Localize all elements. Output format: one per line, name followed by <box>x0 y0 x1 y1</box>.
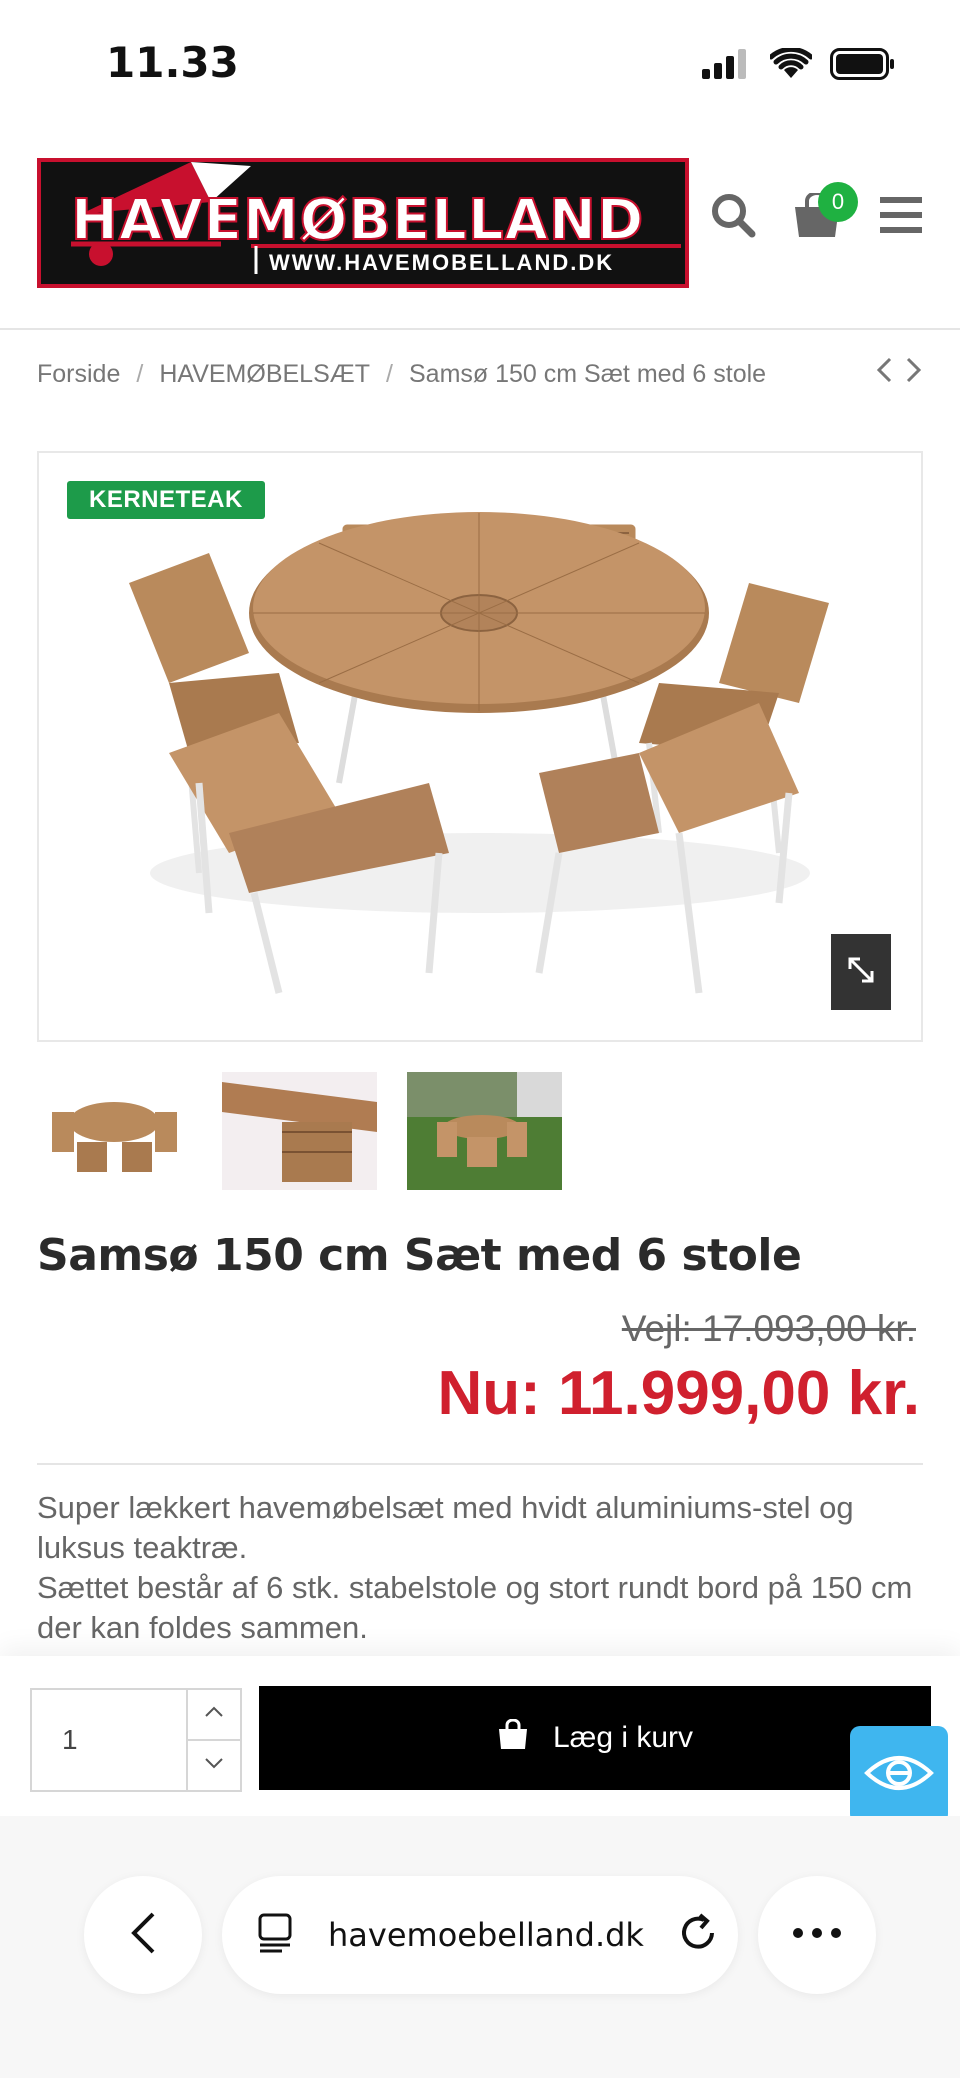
breadcrumb-current: Samsø 150 cm Sæt med 6 stole <box>408 359 767 388</box>
status-bar: 11.33 <box>0 0 960 130</box>
header-actions: 0 <box>706 182 928 244</box>
logo-text: HAVEMØBELLAND <box>70 187 645 254</box>
shopping-bag-icon <box>497 1718 529 1757</box>
breadcrumb-category[interactable]: HAVEMØBELSÆT <box>159 360 370 389</box>
browser-more-button[interactable] <box>758 1876 876 1994</box>
product-main-image[interactable]: KERNETEAK <box>37 451 923 1042</box>
quantity-stepper: 1 <box>30 1688 242 1792</box>
accessibility-button[interactable] <box>850 1726 948 1824</box>
breadcrumb-separator: / <box>386 359 393 388</box>
menu-button[interactable] <box>874 190 928 244</box>
search-button[interactable] <box>706 190 760 244</box>
thumbnail-1[interactable] <box>37 1072 192 1190</box>
description-paragraph-2: Sættet består af 6 stk. stabelstole og s… <box>37 1570 913 1645</box>
add-to-cart-bar: 1 Læg i kurv <box>0 1656 960 1816</box>
breadcrumb-home[interactable]: Forside <box>37 360 120 389</box>
old-price: Vejl: 17.093,00 kr. <box>621 1308 916 1349</box>
add-to-cart-label: Læg i kurv <box>552 1721 694 1754</box>
logo-url: WWW.HAVEMOBELLAND.DK <box>269 250 615 275</box>
breadcrumb-separator: / <box>136 359 144 388</box>
add-to-cart-button[interactable]: Læg i kurv <box>259 1686 931 1790</box>
current-price: Nu: 11.999,00 kr. <box>437 1359 920 1428</box>
chevron-left-icon <box>128 1910 158 1961</box>
description-paragraph-1: Super lækkert havemøbelsæt med hvidt alu… <box>37 1490 854 1565</box>
wifi-icon <box>768 46 814 85</box>
more-options-icon <box>792 1926 842 1944</box>
chevron-down-icon <box>203 1756 225 1775</box>
thumbnail-2[interactable] <box>222 1072 377 1190</box>
browser-back-button[interactable] <box>84 1876 202 1994</box>
status-time: 11.33 <box>106 38 239 87</box>
next-product-icon[interactable] <box>905 356 923 391</box>
cart-count-badge: 0 <box>818 182 858 222</box>
site-header: HAVEMØBELLAND WWW.HAVEMOBELLAND.DK 0 <box>0 130 960 330</box>
address-bar[interactable]: havemoebelland.dk <box>222 1876 738 1994</box>
zoom-button[interactable] <box>831 934 891 1010</box>
quantity-controls <box>188 1690 240 1790</box>
eye-icon <box>864 1751 934 1800</box>
tabs-icon[interactable] <box>256 1913 294 1958</box>
product-title: Samsø 150 cm Sæt med 6 stole <box>37 1230 802 1281</box>
battery-icon <box>830 48 896 85</box>
expand-icon <box>846 955 876 990</box>
status-icons <box>702 46 896 85</box>
reload-icon[interactable] <box>678 1912 718 1958</box>
product-badge: KERNETEAK <box>67 481 265 519</box>
cart-button[interactable]: 0 <box>790 182 858 244</box>
browser-toolbar: havemoebelland.dk <box>0 1816 960 2078</box>
cellular-signal-icon <box>702 49 752 84</box>
quantity-increase-button[interactable] <box>188 1690 240 1741</box>
product-nav <box>875 356 923 391</box>
menu-icon <box>880 196 922 238</box>
quantity-input[interactable]: 1 <box>32 1690 188 1790</box>
previous-product-icon[interactable] <box>875 356 893 391</box>
search-icon <box>710 192 756 243</box>
product-description: Super lækkert havemøbelsæt med hvidt alu… <box>37 1488 923 1648</box>
thumbnail-3[interactable] <box>407 1072 562 1190</box>
divider <box>37 1463 923 1465</box>
quantity-decrease-button[interactable] <box>188 1741 240 1790</box>
chevron-up-icon <box>203 1705 225 1724</box>
site-logo[interactable]: HAVEMØBELLAND WWW.HAVEMOBELLAND.DK <box>37 158 689 288</box>
thumbnail-gallery <box>37 1072 562 1190</box>
furniture-set-illustration <box>129 512 829 994</box>
url-text: havemoebelland.dk <box>328 1916 644 1954</box>
breadcrumb: Forside / HAVEMØBELSÆT / Samsø 150 cm Sæ… <box>37 352 923 396</box>
